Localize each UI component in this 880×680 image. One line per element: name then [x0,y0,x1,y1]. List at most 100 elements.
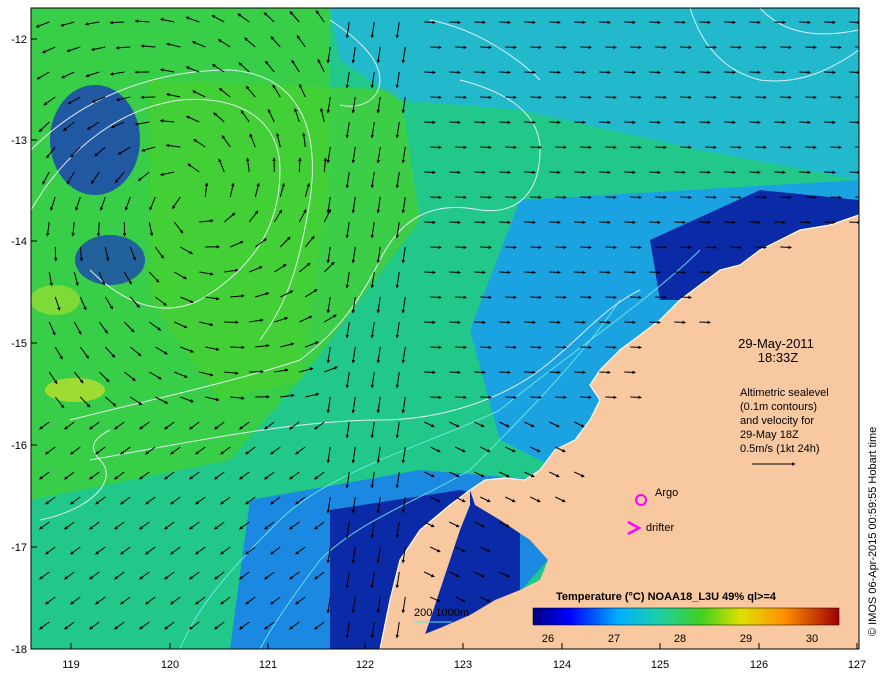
velocity-arrow [574,270,586,275]
velocity-arrow [655,295,667,300]
velocity-arrow [805,195,817,200]
velocity-arrow [830,45,842,50]
velocity-arrow [730,95,742,100]
velocity-arrow [705,45,717,50]
velocity-arrow [824,220,836,225]
velocity-arrow [774,220,786,225]
sst-map: -12 -13 -14 -15 -16 -17 -18 119 120 121 122 123 124… [11,7,879,671]
lon-label: 124 [553,659,571,671]
velocity-arrow [580,295,592,300]
velocity-arrow [455,295,467,300]
velocity-arrow [749,20,761,25]
velocity-arrow [605,245,617,250]
velocity-arrow [424,220,436,225]
velocity-arrow [649,70,661,75]
velocity-arrow [505,145,517,150]
velocity-arrow [549,70,561,75]
velocity-arrow [655,195,667,200]
velocity-arrow [574,220,586,225]
velocity-arrow [680,295,692,300]
velocity-arrow [755,45,767,50]
velocity-arrow [655,45,667,50]
velocity-arrow [630,145,642,150]
velocity-arrow [724,220,736,225]
velocity-arrow [455,395,467,400]
velocity-arrow [799,20,811,25]
velocity-arrow [480,45,492,50]
lat-label: -18 [11,644,27,656]
velocity-arrow [699,70,711,75]
lon-label: 127 [848,659,866,671]
velocity-arrow [474,220,486,225]
velocity-arrow [549,370,561,375]
velocity-arrow [555,345,567,350]
velocity-arrow [599,270,611,275]
velocity-arrow [699,120,711,125]
velocity-arrow [530,295,542,300]
velocity-arrow [624,370,636,375]
velocity-arrow [449,270,461,275]
velocity-arrow [499,270,511,275]
annotation-line-1: Altimetric sealevel [740,387,829,399]
velocity-arrow [730,45,742,50]
velocity-arrow [680,95,692,100]
velocity-arrow [449,320,461,325]
velocity-arrow [599,170,611,175]
lat-label: -17 [11,542,27,554]
velocity-arrow [855,96,859,98]
velocity-arrow [455,45,467,50]
velocity-arrow [580,145,592,150]
velocity-arrow [705,195,717,200]
velocity-arrow [549,270,561,275]
velocity-arrow [449,220,461,225]
velocity-arrow [524,220,536,225]
lon-label: 119 [62,659,80,671]
velocity-arrow [774,20,786,25]
velocity-arrow [624,320,636,325]
velocity-arrow [755,195,767,200]
velocity-arrow [755,245,767,250]
velocity-arrow [824,70,836,75]
velocity-arrow [805,145,817,150]
velocity-arrow [449,20,461,25]
velocity-arrow [424,370,436,375]
velocity-arrow [455,195,467,200]
velocity-arrow [830,95,842,100]
sst-warm-patch-2 [31,285,80,315]
velocity-arrow [599,20,611,25]
velocity-arrow [524,70,536,75]
velocity-arrow [430,295,442,300]
colorbar-tick-label: 26 [542,633,554,645]
velocity-arrow [505,395,517,400]
velocity-arrow [430,195,442,200]
velocity-arrow [549,20,561,25]
velocity-arrow [674,170,686,175]
velocity-arrow [799,70,811,75]
velocity-arrow [630,295,642,300]
velocity-arrow [449,370,461,375]
velocity-arrow [724,20,736,25]
velocity-arrow [649,170,661,175]
velocity-arrow [774,170,786,175]
velocity-arrow [580,195,592,200]
depth-scale-label: 200 1000m [414,607,469,619]
velocity-arrow [630,45,642,50]
velocity-arrow [430,345,442,350]
velocity-arrow [799,120,811,125]
velocity-arrow [674,270,686,275]
velocity-arrow [505,295,517,300]
velocity-arrow [649,270,661,275]
velocity-arrow [680,195,692,200]
velocity-arrow [630,345,642,350]
lon-label: 122 [356,659,374,671]
velocity-arrow [549,320,561,325]
velocity-arrow [530,395,542,400]
velocity-arrow [474,320,486,325]
argo-label: Argo [655,487,678,499]
velocity-arrow [599,320,611,325]
velocity-arrow [605,95,617,100]
velocity-arrow [474,370,486,375]
velocity-arrow [855,196,859,198]
velocity-arrow [649,20,661,25]
velocity-arrow [730,195,742,200]
